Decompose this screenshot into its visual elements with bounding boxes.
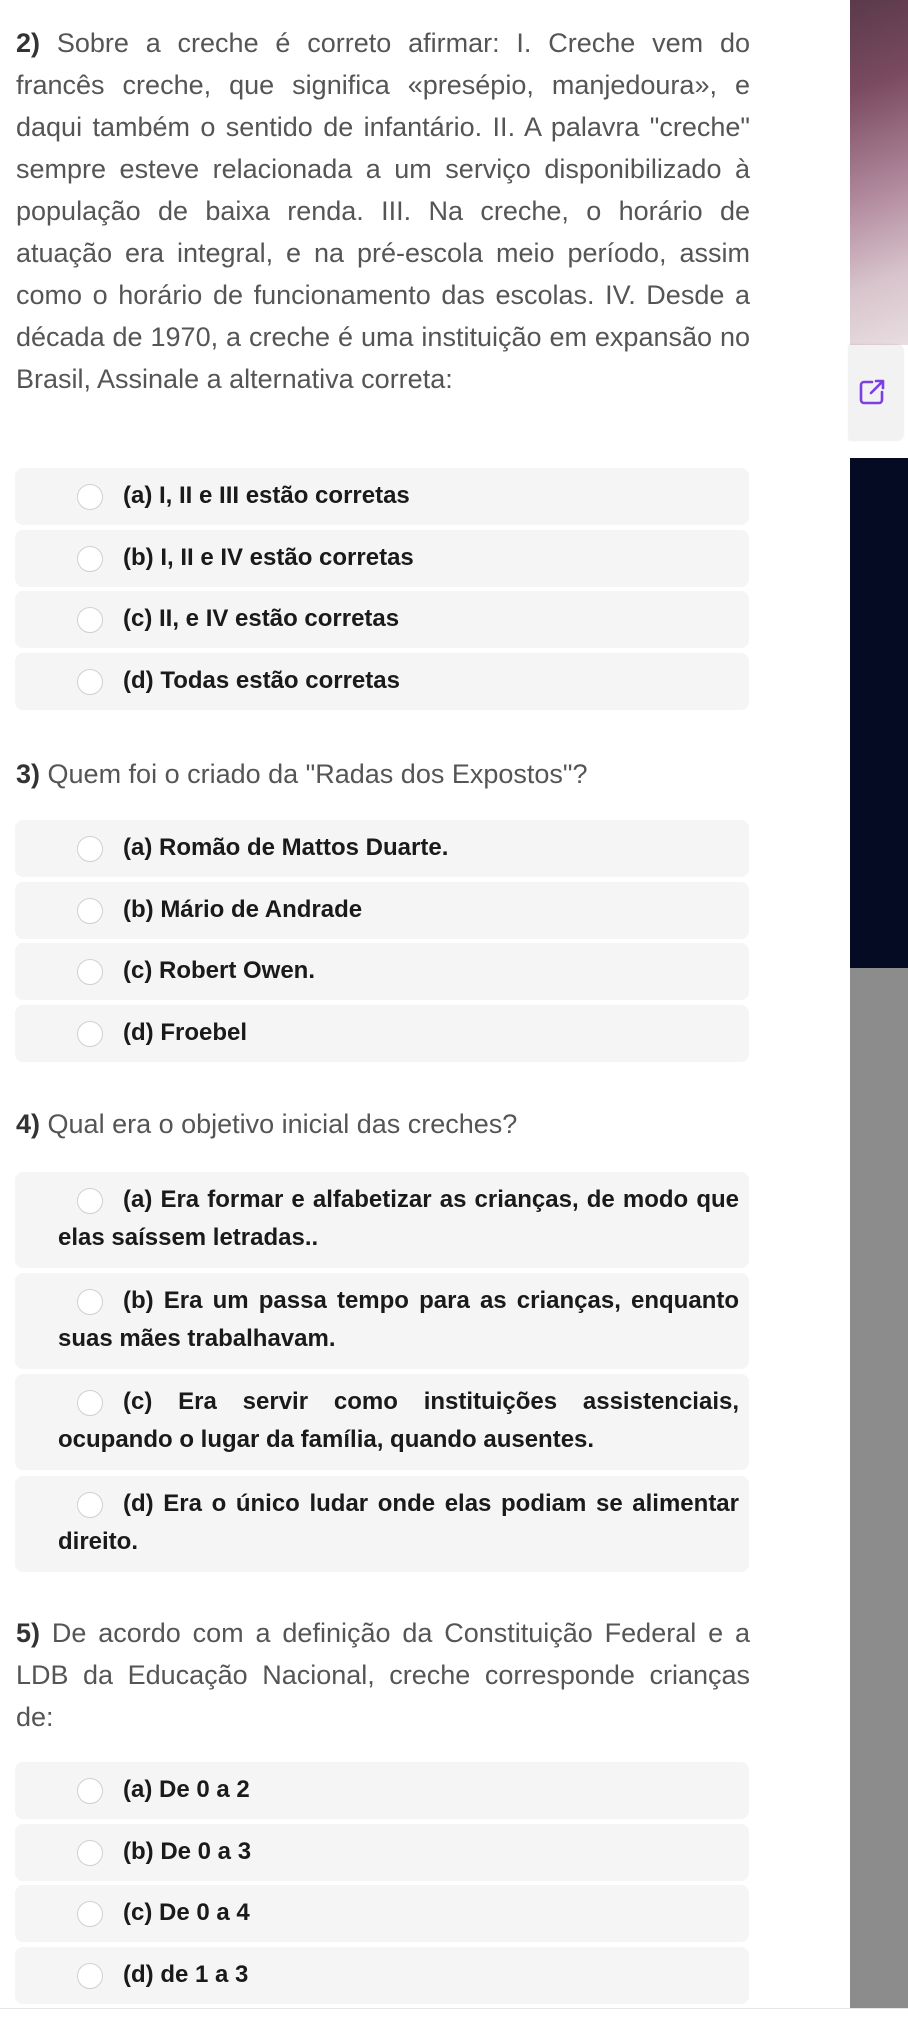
option-label: (c) Robert Owen. xyxy=(123,957,316,984)
option-label: (b) I, II e IV estão corretas xyxy=(123,544,414,571)
option-label: (d) Era o único ludar onde elas podiam s… xyxy=(58,1490,739,1555)
side-panel-dark xyxy=(850,458,908,968)
option-2d[interactable]: (d) Todas estão corretas xyxy=(15,653,749,710)
question-text: 2) Sobre a creche é correto afirmar: I. … xyxy=(16,28,750,394)
radio-button[interactable] xyxy=(77,959,103,985)
question-text: 4) Qual era o objetivo inicial das crech… xyxy=(16,1109,518,1139)
option-3c[interactable]: (c) Robert Owen. xyxy=(15,943,749,1000)
option-label: (b) Mário de Andrade xyxy=(123,896,363,923)
option-4c[interactable]: (c) Era servir como instituições assiste… xyxy=(15,1374,749,1470)
option-label: (a) Romão de Mattos Duarte. xyxy=(123,834,449,861)
question-number: 5) xyxy=(16,1618,41,1648)
option-5a[interactable]: (a) De 0 a 2 xyxy=(15,1762,749,1819)
option-label: (c) II, e IV estão corretas xyxy=(123,605,400,632)
radio-button[interactable] xyxy=(77,484,103,510)
radio-button[interactable] xyxy=(77,836,103,862)
option-label: (b) De 0 a 3 xyxy=(123,1838,252,1865)
option-2a[interactable]: (a) I, II e III estão corretas xyxy=(15,468,749,525)
radio-button[interactable] xyxy=(77,1963,103,1989)
radio-button[interactable] xyxy=(77,1390,103,1416)
question-4: 4) Qual era o objetivo inicial das crech… xyxy=(16,1103,750,1145)
open-external-button[interactable] xyxy=(849,345,903,440)
radio-button[interactable] xyxy=(77,898,103,924)
option-label: (c) De 0 a 4 xyxy=(123,1899,250,1926)
option-2c[interactable]: (c) II, e IV estão corretas xyxy=(15,591,749,648)
radio-button[interactable] xyxy=(77,1840,103,1866)
side-image xyxy=(850,0,908,345)
radio-button[interactable] xyxy=(77,1778,103,1804)
quiz-content: 2) Sobre a creche é correto afirmar: I. … xyxy=(0,0,850,2008)
option-4a[interactable]: (a) Era formar e alfabetizar as crianças… xyxy=(15,1172,749,1268)
radio-button[interactable] xyxy=(77,1901,103,1927)
radio-button[interactable] xyxy=(77,1492,103,1518)
radio-button[interactable] xyxy=(77,607,103,633)
question-number: 4) xyxy=(16,1109,41,1139)
question-3: 3) Quem foi o criado da "Radas dos Expos… xyxy=(16,753,750,795)
question-number: 2) xyxy=(16,28,41,58)
option-5c[interactable]: (c) De 0 a 4 xyxy=(15,1885,749,1942)
option-label: (d) Froebel xyxy=(123,1019,247,1046)
option-4b[interactable]: (b) Era um passa tempo para as crianças,… xyxy=(15,1273,749,1369)
option-label: (d) de 1 a 3 xyxy=(123,1961,249,1988)
option-5b[interactable]: (b) De 0 a 3 xyxy=(15,1824,749,1881)
side-panel-gray xyxy=(850,968,908,2008)
question-text: 5) De acordo com a definição da Constitu… xyxy=(16,1618,750,1732)
option-2b[interactable]: (b) I, II e IV estão corretas xyxy=(15,530,749,587)
question-5: 5) De acordo com a definição da Constitu… xyxy=(16,1612,750,1738)
option-3d[interactable]: (d) Froebel xyxy=(15,1005,749,1062)
question-2: 2) Sobre a creche é correto afirmar: I. … xyxy=(16,22,750,400)
option-label: (b) Era um passa tempo para as crianças,… xyxy=(58,1287,739,1352)
option-label: (c) Era servir como instituições assiste… xyxy=(58,1388,739,1453)
bottom-divider xyxy=(0,2008,908,2025)
option-4d[interactable]: (d) Era o único ludar onde elas podiam s… xyxy=(15,1476,749,1572)
option-label: (a) Era formar e alfabetizar as crianças… xyxy=(58,1186,739,1251)
option-label: (a) De 0 a 2 xyxy=(123,1776,250,1803)
option-3b[interactable]: (b) Mário de Andrade xyxy=(15,882,749,939)
external-link-icon xyxy=(859,379,885,405)
option-label: (a) I, II e III estão corretas xyxy=(123,482,410,509)
radio-button[interactable] xyxy=(77,1021,103,1047)
radio-button[interactable] xyxy=(77,1188,103,1214)
option-label: (d) Todas estão corretas xyxy=(123,667,400,694)
radio-button[interactable] xyxy=(77,546,103,572)
radio-button[interactable] xyxy=(77,669,103,695)
option-3a[interactable]: (a) Romão de Mattos Duarte. xyxy=(15,820,749,877)
radio-button[interactable] xyxy=(77,1289,103,1315)
question-text: 3) Quem foi o criado da "Radas dos Expos… xyxy=(16,759,588,789)
question-number: 3) xyxy=(16,759,41,789)
option-5d[interactable]: (d) de 1 a 3 xyxy=(15,1947,749,2004)
